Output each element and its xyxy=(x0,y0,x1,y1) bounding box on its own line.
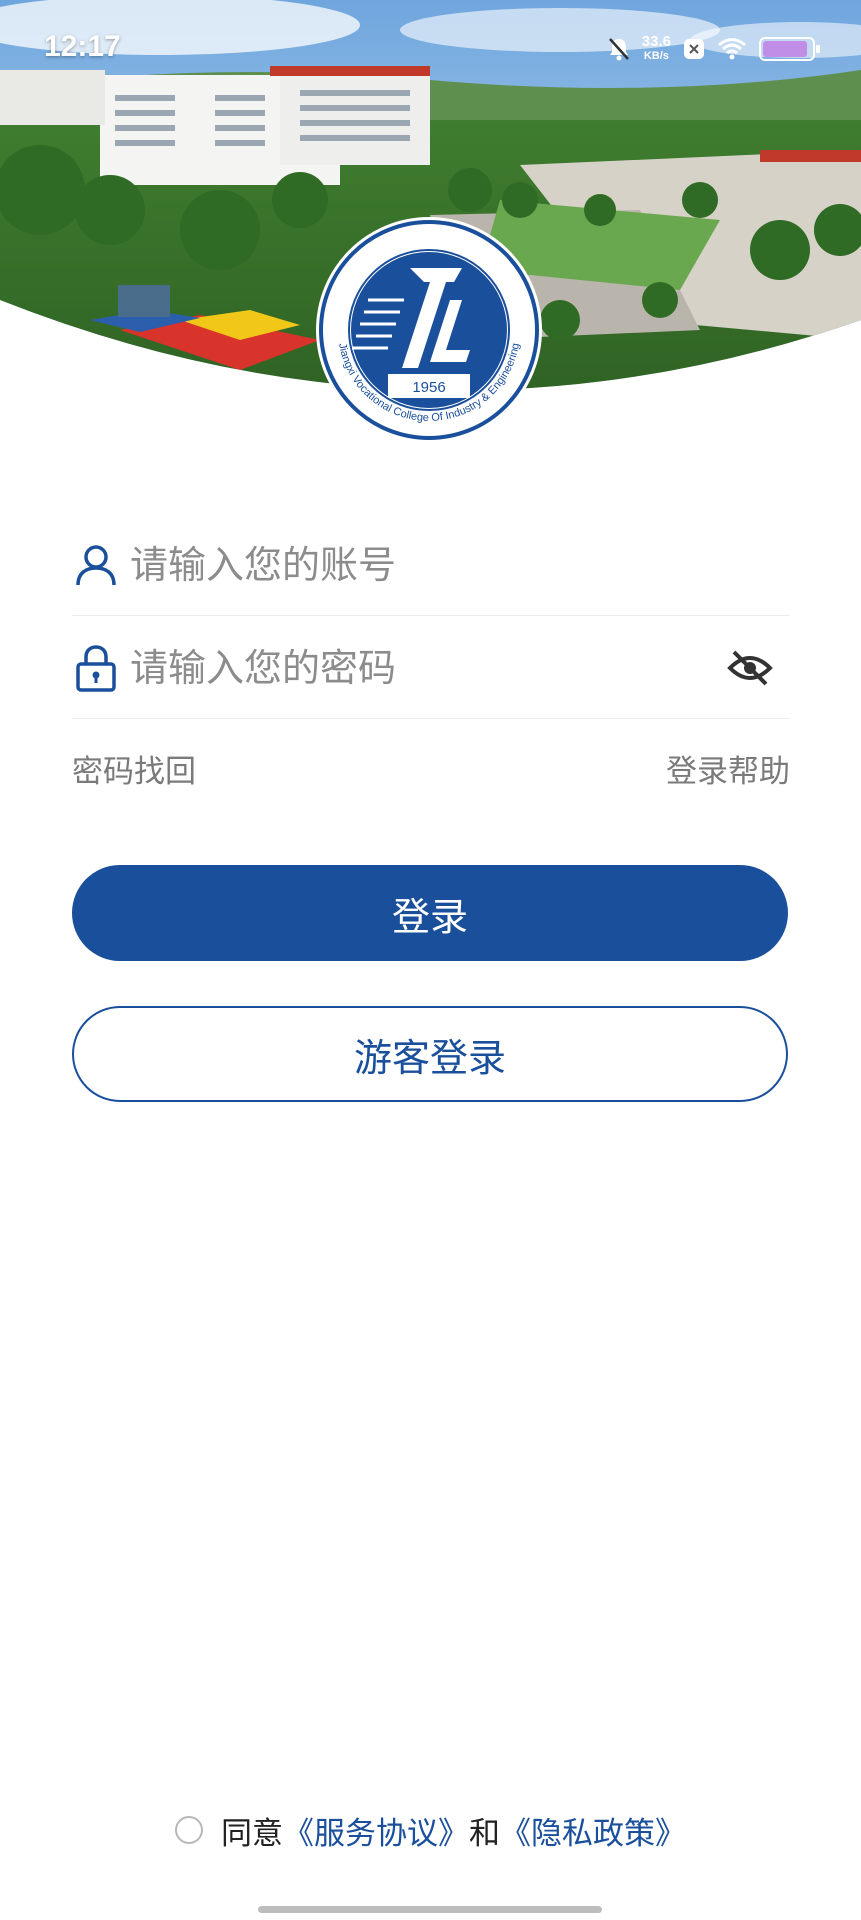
login-button[interactable]: 登录 xyxy=(72,865,788,961)
agree-text: 同意 xyxy=(221,1815,283,1852)
agree-radio[interactable] xyxy=(175,1816,203,1844)
lock-icon xyxy=(72,644,120,692)
helper-links: 密码找回 登录帮助 xyxy=(72,742,790,794)
account-input[interactable] xyxy=(130,543,790,587)
password-field-row xyxy=(72,618,790,719)
status-icons: 33.6 KB/s xyxy=(608,32,821,66)
user-icon xyxy=(72,541,120,589)
network-speed-value: 33.6 xyxy=(641,33,671,50)
battery-icon xyxy=(759,36,821,62)
home-indicator[interactable] xyxy=(258,1906,602,1913)
network-speed-unit: KB/s xyxy=(643,50,669,62)
bell-off-icon xyxy=(608,37,630,61)
password-input[interactable] xyxy=(130,646,720,690)
privacy-policy-link[interactable]: 《隐私政策》 xyxy=(500,1808,686,1853)
account-field-row xyxy=(72,515,790,616)
eye-off-icon[interactable] xyxy=(720,638,780,698)
app-notification-icon xyxy=(683,38,705,60)
recover-password-link[interactable]: 密码找回 xyxy=(72,746,196,791)
logo-year: 1956 xyxy=(412,379,445,396)
login-help-link[interactable]: 登录帮助 xyxy=(666,746,790,791)
guest-login-button[interactable]: 游客登录 xyxy=(72,1006,788,1102)
agreement-row: 同意 《服务协议》 和 《隐私政策》 xyxy=(0,1805,861,1855)
service-agreement-link[interactable]: 《服务协议》 xyxy=(283,1808,469,1853)
college-logo: Jiangxi Vocational College Of Industry &… xyxy=(316,217,542,440)
status-bar: 12:17 33.6 KB/s xyxy=(0,0,861,100)
status-time: 12:17 xyxy=(44,30,121,63)
and-text: 和 xyxy=(469,1815,500,1852)
network-speed: 33.6 KB/s xyxy=(641,33,671,63)
wifi-icon xyxy=(717,37,747,61)
